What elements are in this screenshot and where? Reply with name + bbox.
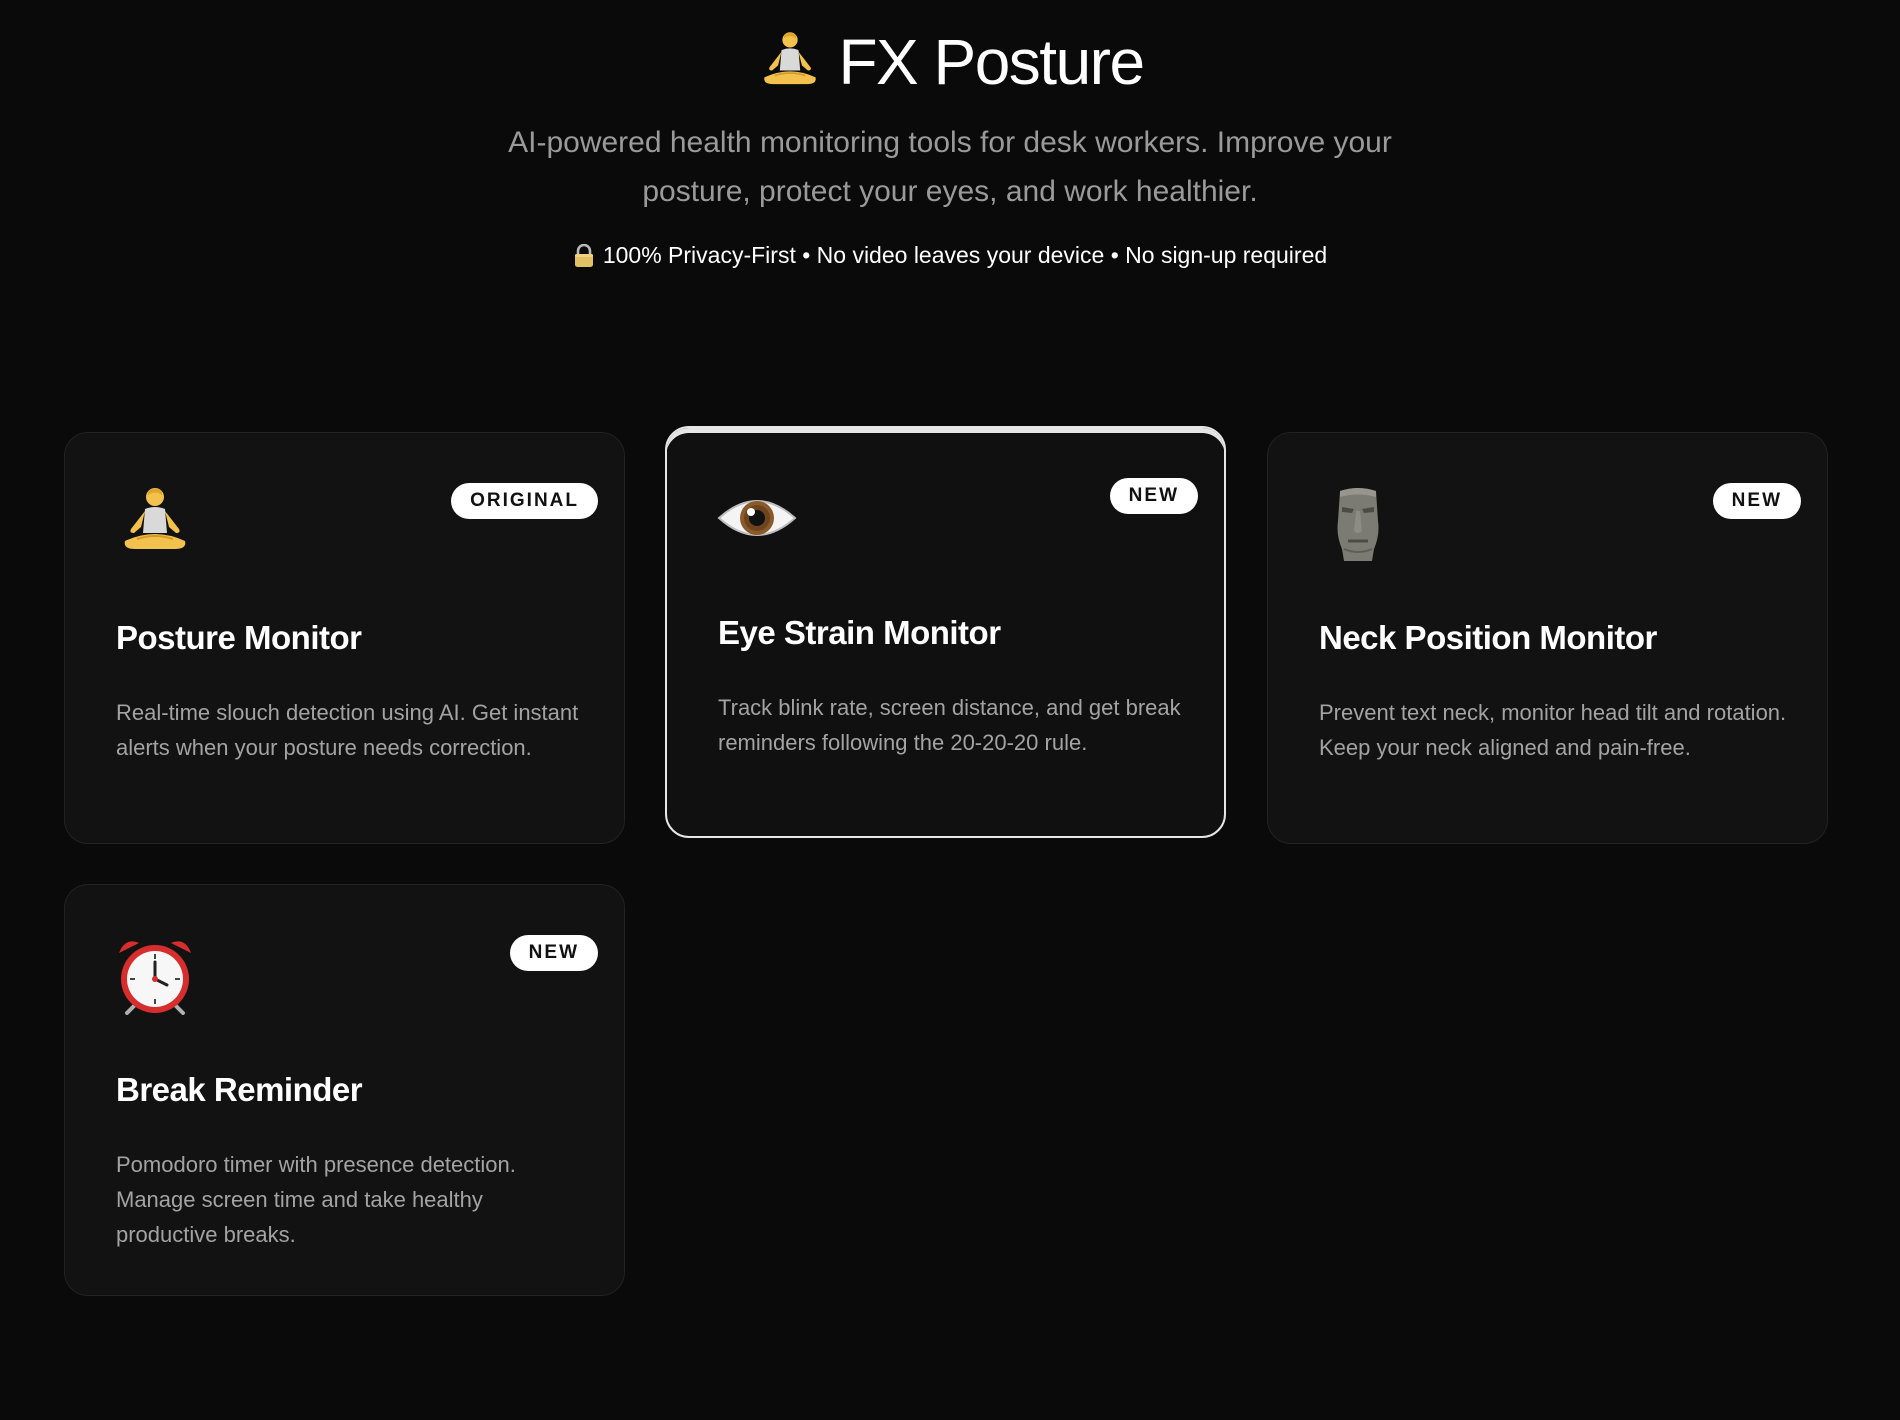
new-badge: NEW [1712, 483, 1801, 519]
eye-icon [717, 478, 797, 558]
card-description: Pomodoro timer with presence detection. … [116, 1152, 516, 1247]
new-badge: NEW [509, 935, 598, 971]
new-badge: NEW [1109, 478, 1198, 514]
tool-card-posture-monitor[interactable]: ORIGINAL Posture Monitor Real-time slouc… [64, 432, 625, 844]
tool-card-eye-strain-monitor[interactable]: NEW Eye Strain Monitor Track blink rate,… [665, 426, 1226, 838]
card-description: Prevent text neck, monitor head tilt and… [1319, 700, 1787, 760]
person-in-lotus-position-icon [115, 483, 195, 563]
page-subtitle: AI-powered health monitoring tools for d… [508, 126, 1392, 208]
tool-card-break-reminder[interactable]: NEW Break Reminder Pomodoro timer with p… [64, 884, 625, 1296]
original-badge: ORIGINAL [451, 483, 598, 519]
page-title: FX Posture [838, 26, 1145, 98]
alarm-clock-icon [115, 935, 195, 1015]
page-header: FX Posture [0, 22, 1900, 102]
card-title: Eye Strain Monitor [718, 614, 1001, 651]
card-description: Real-time slouch detection using AI. Get… [116, 700, 579, 760]
card-title: Neck Position Monitor [1319, 619, 1657, 656]
person-in-lotus-position-icon [756, 28, 824, 96]
lock-icon [573, 243, 595, 268]
card-title: Break Reminder [116, 1071, 363, 1108]
card-title: Posture Monitor [116, 619, 362, 656]
card-description: Track blink rate, screen distance, and g… [718, 695, 1181, 755]
privacy-notice: 100% Privacy-First • No video leaves you… [0, 242, 1900, 269]
tool-card-neck-position-monitor[interactable]: NEW Neck Position Monitor Prevent text n… [1267, 432, 1828, 844]
privacy-text: 100% Privacy-First • No video leaves you… [602, 242, 1328, 268]
moai-icon [1318, 483, 1398, 563]
